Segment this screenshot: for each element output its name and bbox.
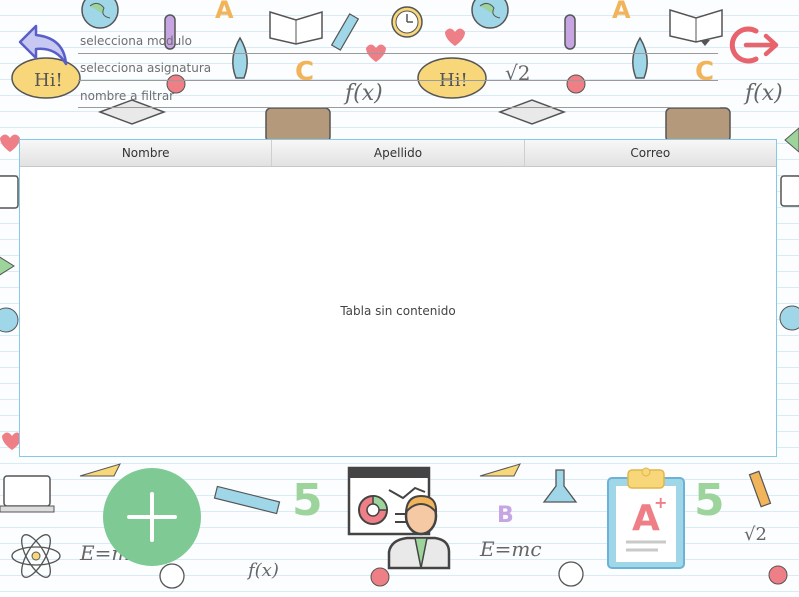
back-button[interactable]	[14, 22, 72, 70]
module-select-label: selecciona modulo	[80, 34, 192, 48]
chevron-down-icon	[700, 40, 710, 46]
logout-icon	[729, 26, 779, 64]
column-header-apellido[interactable]: Apellido	[272, 140, 525, 166]
students-table[interactable]: Nombre Apellido Correo Tabla sin conteni…	[19, 139, 777, 457]
column-header-correo[interactable]: Correo	[525, 140, 776, 166]
grade-plus: +	[654, 493, 667, 512]
add-button[interactable]	[103, 468, 201, 566]
number-five-2: 5	[694, 475, 725, 526]
atom-icon	[11, 534, 61, 578]
back-arrow-icon	[18, 24, 68, 66]
name-filter-input[interactable]	[78, 85, 720, 108]
table-header: Nombre Apellido Correo	[20, 140, 776, 167]
ruler-icon	[213, 485, 281, 515]
hi-text: Hi!	[34, 70, 63, 91]
pencil-icon	[748, 470, 772, 508]
teacher-presentation-button[interactable]	[345, 464, 451, 570]
formula-text-2: f(x)	[743, 81, 783, 106]
teacher-presentation-icon	[347, 466, 451, 570]
sqrt-text-2: √2	[744, 524, 767, 545]
flask-icon	[542, 469, 578, 503]
laptop-icon	[0, 475, 55, 513]
letter-b: B	[497, 503, 514, 528]
empty-table-message: Tabla sin contenido	[340, 304, 456, 318]
formula-text-3: f(x)	[246, 560, 279, 581]
emc-text-2: E=mc	[479, 537, 542, 561]
briefcase-icon	[265, 107, 731, 143]
grade-report-icon: A +	[607, 467, 685, 569]
subject-select[interactable]: selecciona asignatura	[78, 58, 718, 81]
logout-button[interactable]	[726, 22, 782, 68]
column-header-nombre[interactable]: Nombre	[20, 140, 273, 166]
subject-select-label: selecciona asignatura	[80, 61, 212, 75]
letter-a: A	[215, 0, 234, 24]
grade-report-button[interactable]: A +	[604, 464, 688, 570]
module-select[interactable]: selecciona modulo	[78, 31, 718, 54]
number-five: 5	[292, 475, 323, 526]
letter-a-2: A	[612, 0, 631, 24]
